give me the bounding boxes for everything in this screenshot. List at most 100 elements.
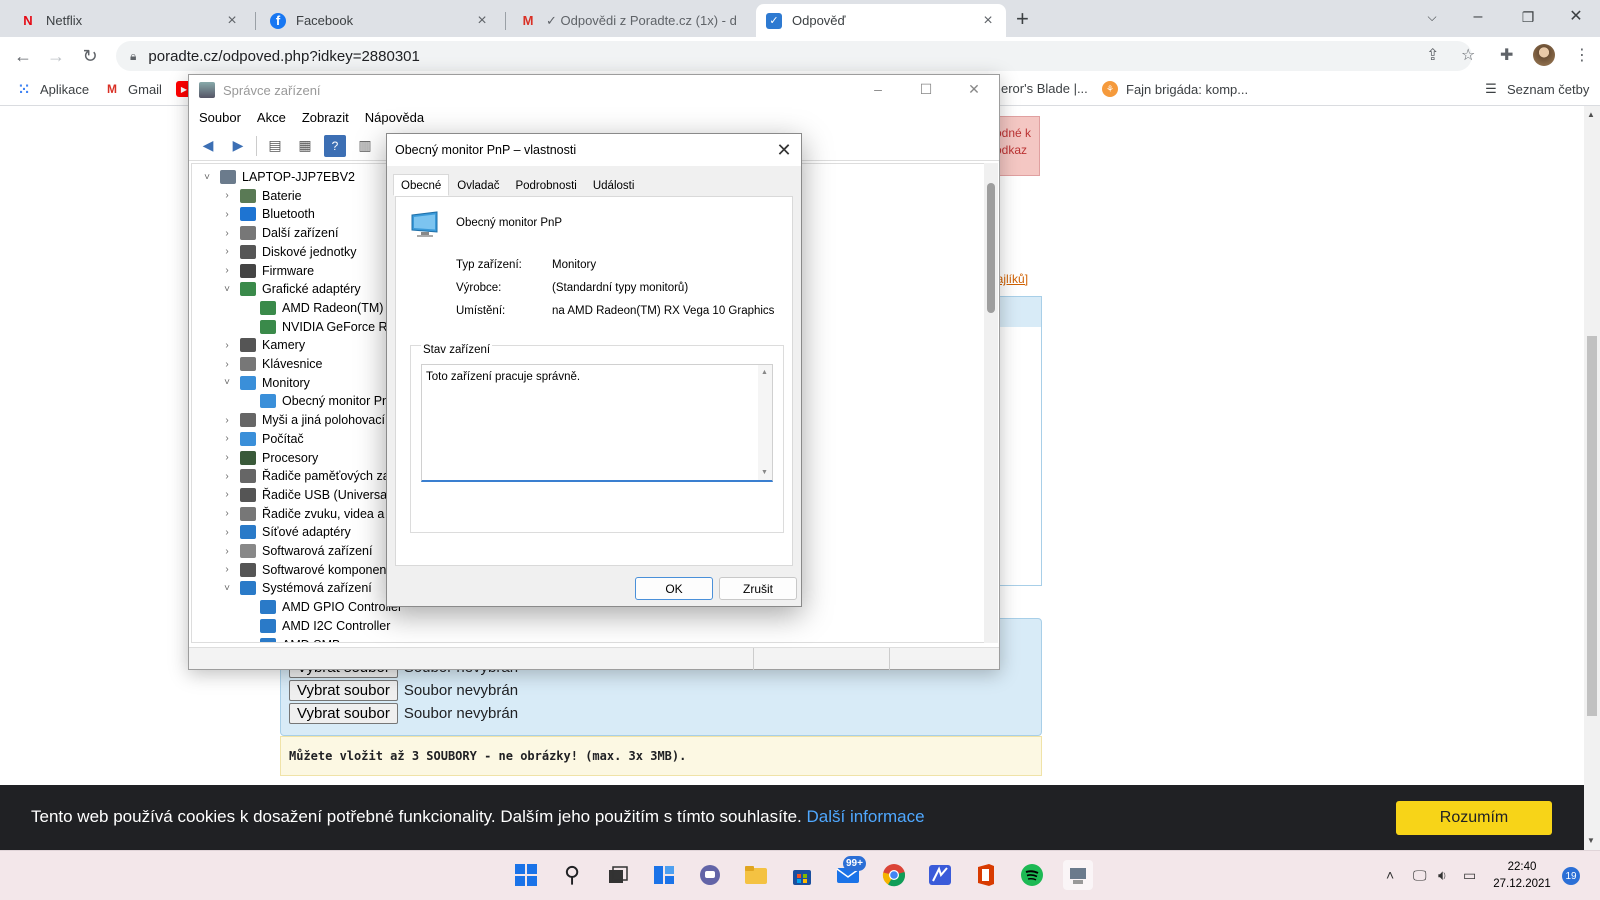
expand-chevron-icon[interactable]: ˅ <box>220 284 234 295</box>
tree-node[interactable]: › Kamery <box>220 336 305 354</box>
expand-chevron-icon[interactable]: › <box>220 471 234 482</box>
tree-node[interactable]: › Řadiče zvuku, videa a he <box>220 505 402 523</box>
tab-odpoved[interactable]: ✓ Odpověď × <box>756 4 1006 37</box>
cookie-accept-button[interactable]: Rozumím <box>1396 801 1552 835</box>
scroll-up-icon[interactable]: ▲ <box>761 369 768 376</box>
tree-node[interactable]: AMD I2C Controller <box>240 617 390 635</box>
expand-chevron-icon[interactable]: › <box>220 359 234 370</box>
properties-icon[interactable]: ▦ <box>294 135 316 157</box>
star-icon[interactable]: ☆ <box>1461 45 1475 65</box>
cookie-info-link[interactable]: Další informace <box>807 807 925 826</box>
tree-node[interactable]: ˅ Systémová zařízení <box>220 579 372 597</box>
tab-podrobnosti[interactable]: Podrobnosti <box>507 176 584 196</box>
status-textarea[interactable]: Toto zařízení pracuje správně. ▲ ▼ <box>421 364 773 482</box>
back-button[interactable]: ← <box>10 43 36 69</box>
expand-chevron-icon[interactable]: › <box>220 508 234 519</box>
dialog-titlebar[interactable]: Obecný monitor PnP – vlastnosti <box>387 134 801 166</box>
scroll-up-icon[interactable]: ▲ <box>1587 110 1595 119</box>
tree-node[interactable]: › Myši a jiná polohovací z <box>220 411 395 429</box>
close-icon[interactable]: × <box>224 12 240 30</box>
tree-node[interactable]: › Řadiče paměťových zaříz <box>220 467 404 485</box>
expand-chevron-icon[interactable]: › <box>220 489 234 500</box>
scroll-thumb[interactable] <box>1587 336 1597 716</box>
search-icon[interactable]: ⚲ <box>557 860 587 890</box>
view-icon[interactable]: ▥ <box>354 135 376 157</box>
bookmark-brigada[interactable]: ⚘ Fajn brigáda: komp... <box>1102 81 1248 97</box>
tree-node[interactable]: AMD GPIO Controller <box>240 598 402 616</box>
choose-file-button[interactable]: Vybrat soubor <box>289 703 398 724</box>
close-icon[interactable]: × <box>980 12 996 30</box>
address-bar[interactable]: 🔒︎ poradte.cz/odpoved.php?idkey=2880301 <box>116 41 1472 71</box>
extensions-icon[interactable]: ✚ <box>1500 45 1513 65</box>
device-manager-taskbar-icon[interactable] <box>1063 860 1093 890</box>
file-explorer-icon[interactable] <box>741 860 771 890</box>
tree-node[interactable]: ˅ Monitory <box>220 374 310 392</box>
tree-node[interactable]: › Diskové jednotky <box>220 243 357 261</box>
tree-node[interactable]: › Síťové adaptéry <box>220 523 351 541</box>
tree-node[interactable]: Obecný monitor PnP <box>240 392 397 410</box>
tab-ovladac[interactable]: Ovladač <box>449 176 507 196</box>
close-icon[interactable]: ✕ <box>771 138 797 162</box>
battery-icon[interactable]: ▭ <box>1463 867 1476 884</box>
expand-chevron-icon[interactable]: › <box>220 433 234 444</box>
share-icon[interactable]: ⇪ <box>1426 45 1439 65</box>
expand-chevron-icon[interactable]: › <box>220 452 234 463</box>
show-hide-tree-icon[interactable]: ▤ <box>264 135 286 157</box>
menu-icon[interactable]: ⋮ <box>1574 45 1590 65</box>
expand-chevron-icon[interactable]: › <box>220 209 234 220</box>
expand-chevron-icon[interactable]: › <box>220 340 234 351</box>
volume-icon[interactable]: 🔉︎ <box>1438 867 1447 884</box>
tree-node[interactable]: AMD SMBus <box>240 636 354 642</box>
ok-button[interactable]: OK <box>635 577 713 600</box>
expand-chevron-icon[interactable]: › <box>220 246 234 257</box>
tab-facebook[interactable]: f Facebook × <box>260 4 500 37</box>
expand-chevron-icon[interactable]: ˅ <box>220 377 234 388</box>
forward-button[interactable]: → <box>43 43 69 69</box>
expand-chevron-icon[interactable]: › <box>220 527 234 538</box>
new-tab-button[interactable]: + <box>1016 6 1029 32</box>
chat-icon[interactable] <box>695 860 725 890</box>
scroll-thumb[interactable] <box>987 183 995 313</box>
lock-icon[interactable]: 🔒︎ <box>130 49 136 64</box>
choose-file-button[interactable]: Vybrat soubor <box>289 680 398 701</box>
menu-akce[interactable]: Akce <box>257 110 286 125</box>
task-view-icon[interactable] <box>603 860 633 890</box>
tree-node[interactable]: › Baterie <box>220 187 302 205</box>
tree-node[interactable]: › Procesory <box>220 449 318 467</box>
network-icon[interactable]: 🖵︎ <box>1413 867 1427 884</box>
reload-button[interactable]: ↻ <box>77 43 103 69</box>
status-scrollbar[interactable]: ▲ ▼ <box>758 365 772 480</box>
expand-chevron-icon[interactable]: ˅ <box>220 583 234 594</box>
menu-napoveda[interactable]: Nápověda <box>365 110 424 125</box>
expand-chevron-icon[interactable]: ˅ <box>200 172 214 183</box>
help-icon[interactable]: ? <box>324 134 346 157</box>
pen-app-icon[interactable] <box>925 860 955 890</box>
close-button[interactable]: ✕ <box>951 81 997 98</box>
close-icon[interactable]: × <box>474 12 490 30</box>
scroll-down-icon[interactable]: ▼ <box>761 469 768 476</box>
office-icon[interactable] <box>971 860 1001 890</box>
spotify-icon[interactable] <box>1017 860 1047 890</box>
chevron-up-icon[interactable]: ˄ <box>1386 867 1394 883</box>
tree-scrollbar[interactable] <box>984 163 998 643</box>
tree-node[interactable]: › Softwarové komponenty <box>220 561 396 579</box>
expand-chevron-icon[interactable]: › <box>220 265 234 276</box>
tree-node[interactable]: ˅ Grafické adaptéry <box>220 280 361 298</box>
bookmark-gmail[interactable]: M Gmail <box>104 81 162 97</box>
menu-zobrazit[interactable]: Zobrazit <box>302 110 349 125</box>
expand-chevron-icon[interactable]: › <box>220 415 234 426</box>
tree-node[interactable]: › Počítač <box>220 430 304 448</box>
back-arrow-icon[interactable]: ◀ <box>197 135 219 157</box>
tree-node[interactable]: ˅ LAPTOP-JJP7EBV2 <box>200 168 355 186</box>
chrome-icon[interactable] <box>879 860 909 890</box>
minimize-button[interactable]: – <box>1455 4 1501 30</box>
expand-chevron-icon[interactable]: › <box>220 546 234 557</box>
cancel-button[interactable]: Zrušit <box>719 577 797 600</box>
tab-netflix[interactable]: N Netflix × <box>10 4 250 37</box>
tree-node[interactable]: AMD Radeon(TM) RX <box>240 299 404 317</box>
restore-button[interactable]: ❐ <box>1505 4 1551 30</box>
tree-node[interactable]: › Klávesnice <box>220 355 322 373</box>
minimize-button[interactable]: – <box>855 81 901 97</box>
tab-search-icon[interactable]: ⌵ <box>1409 4 1455 30</box>
clock[interactable]: 22:40 27.12.2021 <box>1490 859 1554 893</box>
